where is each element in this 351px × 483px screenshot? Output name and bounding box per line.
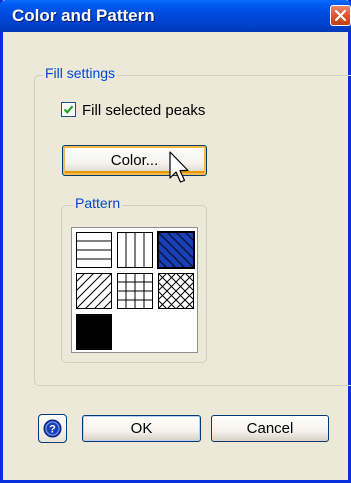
mouse-cursor-icon [169, 151, 189, 183]
fill-selected-peaks-checkbox[interactable] [61, 102, 76, 117]
fill-selected-peaks-label[interactable]: Fill selected peaks [82, 102, 205, 119]
vertical-lines-swatch[interactable] [117, 232, 153, 268]
close-button[interactable] [330, 5, 351, 26]
help-icon: ? [43, 419, 62, 438]
color-button-label: Color... [110, 152, 159, 169]
solid-black-swatch[interactable] [76, 314, 112, 350]
help-button[interactable]: ? [38, 414, 67, 443]
cancel-button-label: Cancel [246, 420, 294, 437]
checkmark-icon [63, 105, 74, 114]
window-title: Color and Pattern [12, 6, 155, 25]
crosshatch-swatch[interactable] [158, 273, 194, 309]
grid-swatch[interactable] [117, 273, 153, 309]
pattern-palette [71, 227, 198, 353]
svg-text:?: ? [49, 424, 56, 436]
fill-settings-legend: Fill settings [43, 65, 118, 81]
ok-button[interactable]: OK [82, 415, 201, 442]
blue-diagonal-lines-swatch[interactable] [157, 231, 195, 269]
ok-button-label: OK [130, 420, 153, 437]
title-bar[interactable]: Color and Pattern [0, 0, 351, 32]
forward-diagonal-lines-swatch[interactable] [76, 273, 112, 309]
pattern-legend: Pattern [73, 195, 123, 211]
cancel-button[interactable]: Cancel [211, 415, 329, 442]
horizontal-lines-swatch[interactable] [76, 232, 112, 268]
close-icon [335, 10, 346, 21]
